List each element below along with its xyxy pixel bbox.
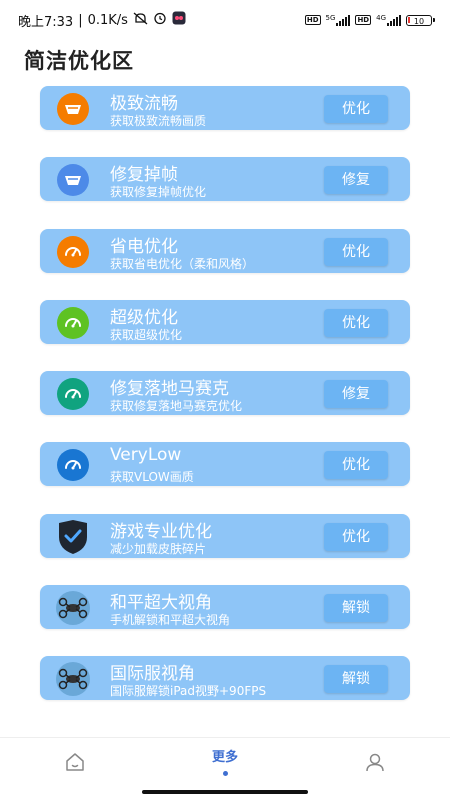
- card-subtitle: 手机解锁和平超大视角: [110, 613, 231, 628]
- card-title: 修复落地马赛克: [110, 379, 229, 400]
- card-action-button[interactable]: 优化: [324, 95, 388, 123]
- status-right: HD 5G HD 4G 10: [304, 14, 435, 26]
- card-action-button[interactable]: 优化: [324, 308, 388, 337]
- optimization-card: 修复掉帧 获取修复掉帧优化 修复: [40, 157, 410, 202]
- optimization-card: VeryLow 获取VLOW画质 优化: [40, 442, 410, 487]
- home-icon: [64, 752, 86, 776]
- status-time: 晚上7:33: [18, 14, 74, 30]
- card-subtitle: 获取修复落地马赛克优化: [110, 399, 243, 414]
- status-divider: |: [78, 12, 83, 28]
- optimization-card: 极致流畅 获取极致流畅画质 优化: [40, 86, 410, 130]
- card-action-button[interactable]: 解锁: [324, 665, 388, 694]
- card-title: 省电优化: [110, 236, 178, 257]
- card-title: 超级优化: [110, 307, 178, 328]
- gauge-icon: [57, 235, 89, 268]
- card-action-button[interactable]: 优化: [324, 237, 388, 266]
- nav-more-label: 更多: [211, 750, 238, 765]
- status-left: 晚上7:33 | 0.1K/s: [18, 11, 186, 30]
- gauge-icon: [57, 449, 89, 482]
- gauge-icon: [57, 306, 89, 339]
- network-speed: 0.1K/s: [87, 12, 128, 28]
- card-action-button[interactable]: 优化: [324, 522, 388, 551]
- card-title: 修复掉帧: [110, 165, 178, 186]
- card-title: 和平超大视角: [110, 593, 212, 614]
- card-subtitle: 获取超级优化: [110, 327, 183, 342]
- card-action-button[interactable]: 修复: [324, 380, 388, 409]
- network-5g: 5G: [326, 14, 351, 26]
- optimization-card: 超级优化 获取超级优化 优化: [40, 299, 410, 344]
- card-action-button[interactable]: 解锁: [324, 594, 388, 623]
- optimization-list: 极致流畅 获取极致流畅画质 优化 修复掉帧 获取修复掉帧优化 修复 省电优化 获取省电优化（柔…: [40, 86, 410, 728]
- nav-profile[interactable]: [345, 738, 405, 798]
- status-bar: 晚上7:33 | 0.1K/s HD 5G HD 4G 10: [0, 0, 450, 40]
- card-subtitle: 获取省电优化（柔和风格）: [110, 256, 255, 271]
- card-subtitle: 国际服解锁iPad视野+90FPS: [110, 684, 267, 699]
- alarm-icon: [153, 11, 167, 29]
- hd-badge-2: HD: [355, 15, 372, 25]
- card-title: 极致流畅: [110, 94, 178, 114]
- signal-icon: [387, 14, 401, 26]
- shield-check-icon: [55, 519, 91, 555]
- gauge-icon: [57, 378, 89, 411]
- card-title: VeryLow: [110, 445, 182, 466]
- optimization-card: 省电优化 获取省电优化（柔和风格） 优化: [40, 228, 410, 273]
- nav-active-dot: [222, 771, 228, 776]
- nav-more[interactable]: 更多: [195, 738, 255, 798]
- card-subtitle: 获取VLOW画质: [110, 470, 194, 485]
- optimization-card: 和平超大视角 手机解锁和平超大视角 解锁: [40, 585, 410, 630]
- optimization-card: 国际服视角 国际服解锁iPad视野+90FPS 解锁: [40, 656, 410, 701]
- nav-home[interactable]: [45, 738, 105, 798]
- page-title: 简洁优化区: [24, 49, 134, 73]
- mute-icon: [133, 12, 148, 29]
- hd-badge-1: HD: [304, 15, 321, 25]
- drone-icon: [55, 661, 91, 697]
- optimization-card: 修复落地马赛克 获取修复落地马赛克优化 修复: [40, 371, 410, 416]
- card-title: 国际服视角: [110, 664, 195, 685]
- home-indicator[interactable]: [142, 790, 308, 794]
- optimization-card: 游戏专业优化 减少加载皮肤碎片 优化: [40, 513, 410, 558]
- card-subtitle: 获取修复掉帧优化: [110, 185, 207, 200]
- card-action-button[interactable]: 优化: [324, 451, 388, 480]
- card-subtitle: 减少加载皮肤碎片: [110, 541, 207, 556]
- battery-icon: 10: [406, 14, 435, 26]
- speedometer-icon: [57, 93, 89, 125]
- signal-icon: [336, 14, 351, 26]
- card-action-button[interactable]: 修复: [324, 166, 388, 195]
- user-icon: [364, 752, 386, 776]
- card-subtitle: 获取极致流畅画质: [110, 114, 207, 128]
- app-notification-icon: [172, 11, 186, 29]
- speedometer-icon: [57, 164, 89, 197]
- drone-icon: [55, 590, 91, 626]
- network-4g: 4G: [376, 14, 401, 26]
- card-title: 游戏专业优化: [110, 521, 212, 542]
